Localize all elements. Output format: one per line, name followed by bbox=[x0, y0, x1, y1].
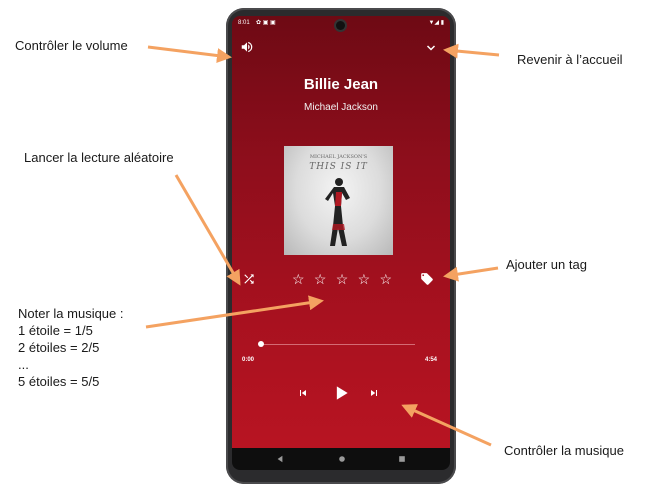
nav-home-icon[interactable] bbox=[338, 455, 346, 463]
rating-stars: ☆ ☆ ☆ ☆ ☆ bbox=[292, 271, 392, 287]
progress-track[interactable] bbox=[259, 344, 415, 345]
annotation-rate-line-2: 1 étoile = 1/5 bbox=[18, 323, 93, 338]
artist-name: Michael Jackson bbox=[304, 102, 378, 113]
arrow-volume bbox=[147, 45, 232, 63]
annotation-controls: Contrôler la musique bbox=[504, 443, 624, 458]
annotation-home: Revenir à l’accueil bbox=[517, 52, 623, 67]
skip-previous-icon[interactable] bbox=[297, 387, 309, 399]
annotation-volume: Contrôler le volume bbox=[15, 38, 128, 53]
chevron-down-icon[interactable] bbox=[425, 42, 437, 54]
album-cover: MICHAEL JACKSON'S THIS IS IT bbox=[284, 146, 393, 255]
rating-star-5[interactable]: ☆ bbox=[379, 271, 392, 287]
nav-recents-icon[interactable] bbox=[398, 455, 406, 463]
status-time: 8:01 bbox=[238, 20, 250, 26]
rating-star-3[interactable]: ☆ bbox=[336, 271, 349, 287]
volume-icon[interactable] bbox=[240, 40, 254, 54]
annotation-rate-line-1: Noter la musique : bbox=[18, 306, 124, 321]
android-nav-bar bbox=[232, 448, 450, 470]
annotation-rate-line-5: 5 étoiles = 5/5 bbox=[18, 374, 100, 389]
total-duration: 4:54 bbox=[425, 357, 438, 363]
shuffle-icon[interactable] bbox=[242, 272, 256, 286]
skip-next-icon[interactable] bbox=[368, 387, 380, 399]
status-signal-battery-icons: ▼◢ ▮ bbox=[428, 20, 444, 26]
nav-back-icon[interactable] bbox=[276, 455, 284, 463]
cover-silhouette bbox=[325, 178, 350, 246]
song-title: Billie Jean bbox=[303, 76, 379, 93]
rating-star-4[interactable]: ☆ bbox=[358, 271, 371, 287]
play-icon[interactable] bbox=[331, 383, 351, 403]
annotation-tag: Ajouter un tag bbox=[506, 257, 587, 272]
status-notification-icons: ✿ ▣ ▣ bbox=[256, 20, 276, 26]
annotation-rate-line-4: ... bbox=[18, 357, 29, 372]
tag-icon[interactable] bbox=[420, 272, 434, 286]
progress-thumb[interactable] bbox=[258, 341, 264, 347]
elapsed-time: 0:00 bbox=[242, 357, 255, 363]
annotation-shuffle: Lancer la lecture aléatoire bbox=[24, 150, 174, 165]
front-camera bbox=[336, 21, 345, 30]
rating-star-2[interactable]: ☆ bbox=[314, 271, 327, 287]
rating-star-1[interactable]: ☆ bbox=[292, 271, 305, 287]
annotation-rate-line-3: 2 étoiles = 2/5 bbox=[18, 340, 100, 355]
player-screen: 8:01 ✿ ▣ ▣ ▼◢ ▮ Billie Jean Michael Jack… bbox=[232, 16, 450, 448]
